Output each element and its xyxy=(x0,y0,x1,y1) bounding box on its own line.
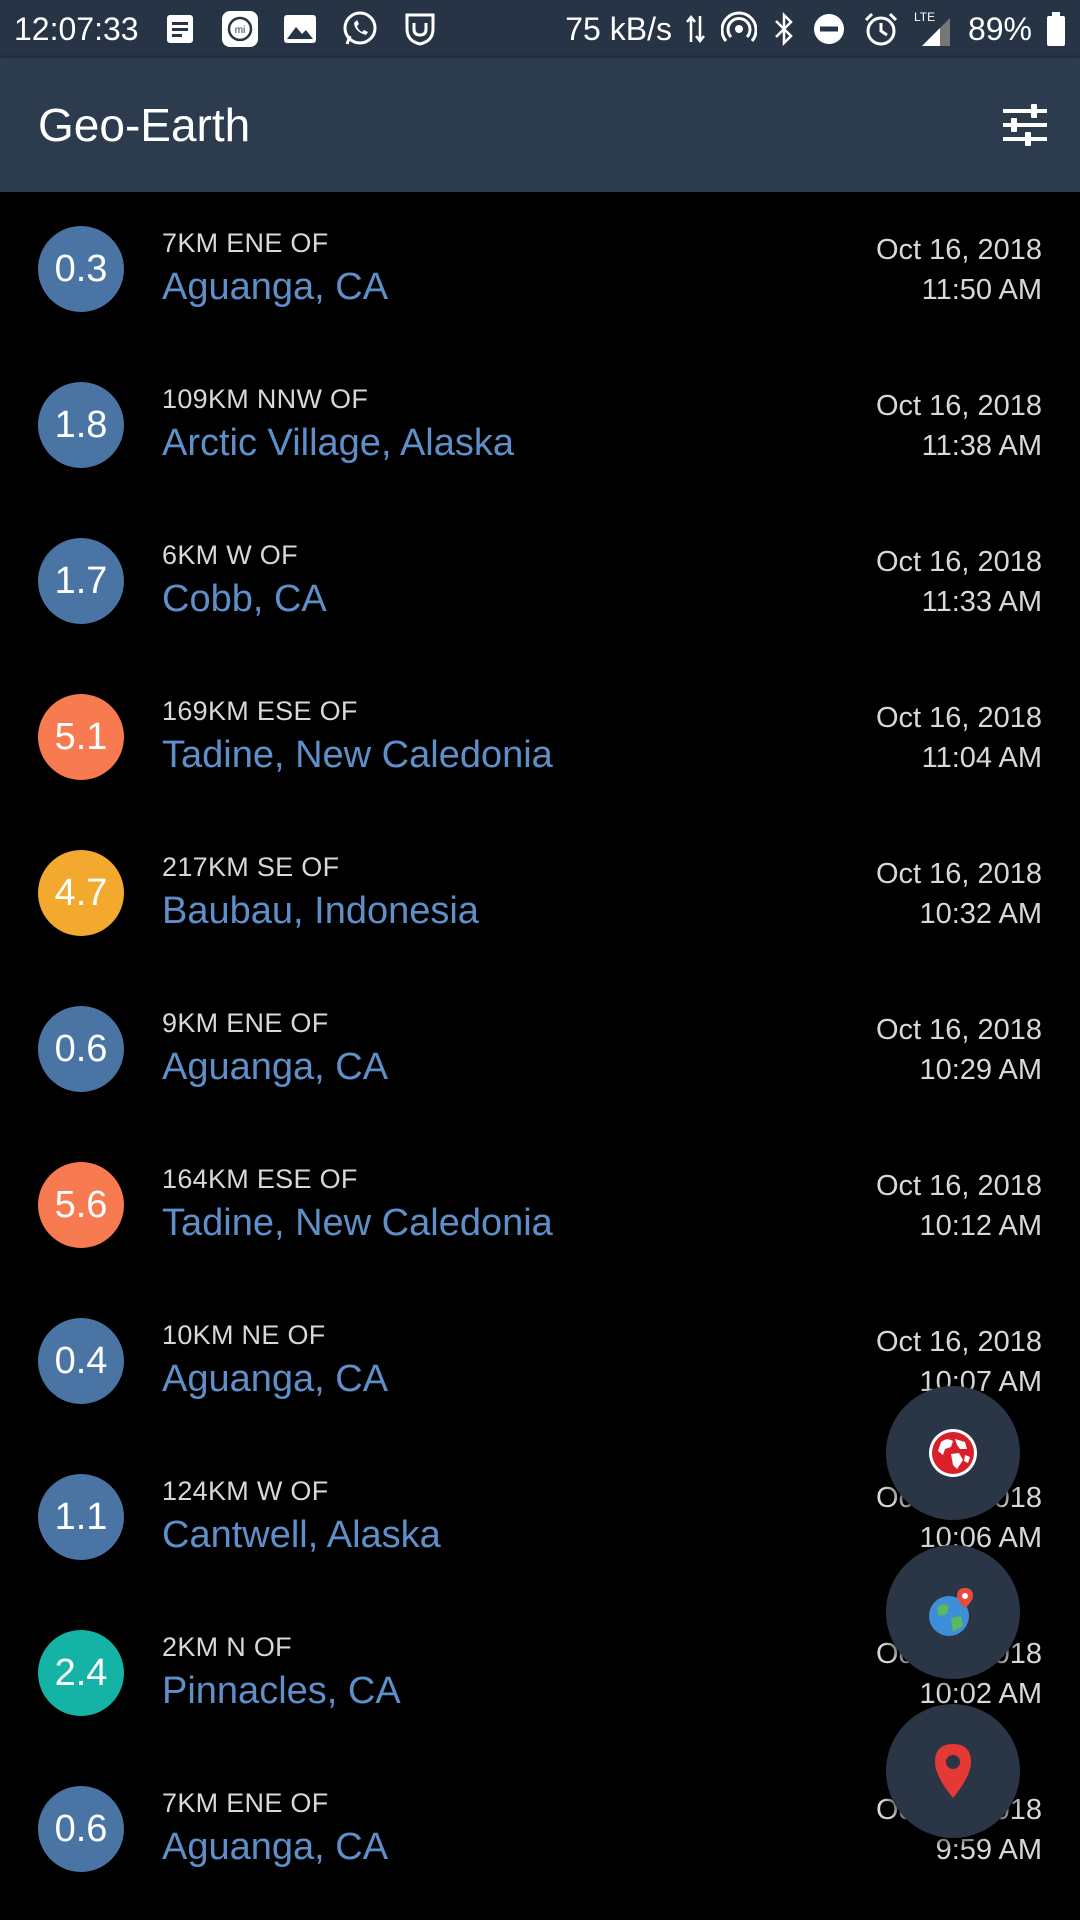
distance-label: 2KM N OF xyxy=(162,1632,292,1662)
magnitude-badge: 2.4 xyxy=(38,1630,124,1716)
quake-row[interactable]: 5.1 169KM ESE OF Tadine, New Caledonia Oct … xyxy=(0,660,1080,816)
magnitude-badge: 5.1 xyxy=(38,694,124,780)
world-map-icon xyxy=(929,1429,977,1477)
place-link[interactable]: Aguanga, CA xyxy=(162,1046,388,1089)
distance-label: 109KM NNW OF xyxy=(162,384,369,414)
dnd-icon xyxy=(810,10,848,48)
place-link[interactable]: Tadine, New Caledonia xyxy=(162,734,553,777)
filter-button[interactable] xyxy=(994,94,1056,156)
whatsapp-icon xyxy=(341,10,379,48)
quake-date: Oct 16, 2018 xyxy=(875,702,1042,734)
place-link[interactable]: Arctic Village, Alaska xyxy=(162,422,514,465)
quake-time: 11:50 AM xyxy=(921,274,1042,306)
distance-label: 124KM W OF xyxy=(162,1476,329,1506)
globe-location-fab[interactable] xyxy=(886,1545,1020,1679)
distance-label: 217KM SE OF xyxy=(162,852,340,882)
sliders-icon xyxy=(1003,104,1047,146)
distance-label: 7KM ENE OF xyxy=(162,228,329,258)
hotspot-icon xyxy=(720,10,758,48)
distance-label: 10KM NE OF xyxy=(162,1320,326,1350)
app-bar: Geo-Earth xyxy=(0,58,1080,192)
place-link[interactable]: Baubau, Indonesia xyxy=(162,890,479,933)
network-type: LTE xyxy=(914,10,935,24)
magnitude-badge: 4.7 xyxy=(38,850,124,936)
quake-row[interactable]: 1.7 6KM W OF Cobb, CA Oct 16, 2018 11:33 AM xyxy=(0,504,1080,660)
quake-time: 10:32 AM xyxy=(919,898,1042,930)
quake-date: Oct 16, 2018 xyxy=(875,390,1042,422)
globe-pin-icon xyxy=(929,1588,973,1636)
magnitude-badge: 0.6 xyxy=(38,1006,124,1092)
battery-percent: 89% xyxy=(967,10,1032,47)
quake-row[interactable]: 0.3 7KM ENE OF Aguanga, CA Oct 16, 2018 11:5… xyxy=(0,192,1080,348)
quake-time: 11:33 AM xyxy=(921,586,1042,618)
quake-row[interactable]: 1.8 109KM NNW OF Arctic Village, Alaska Oct… xyxy=(0,348,1080,504)
bluetooth-icon xyxy=(772,10,796,48)
magnitude-badge: 1.7 xyxy=(38,538,124,624)
magnitude-badge: 5.6 xyxy=(38,1162,124,1248)
magnitude-badge: 0.3 xyxy=(38,226,124,312)
place-link[interactable]: Aguanga, CA xyxy=(162,1358,388,1401)
notes-icon xyxy=(161,10,199,48)
status-time: 12:07:33 xyxy=(14,10,139,47)
quake-date: Oct 16, 2018 xyxy=(875,1326,1042,1358)
battery-icon xyxy=(1046,10,1066,48)
map-pin-fab[interactable] xyxy=(886,1704,1020,1838)
magnitude-badge: 1.8 xyxy=(38,382,124,468)
quake-time: 9:59 AM xyxy=(935,1834,1042,1866)
distance-label: 6KM W OF xyxy=(162,540,298,570)
quake-date: Oct 16, 2018 xyxy=(875,234,1042,266)
quake-row[interactable]: 5.6 164KM ESE OF Tadine, New Caledonia Oct … xyxy=(0,1128,1080,1284)
quake-row[interactable]: 0.6 9KM ENE OF Aguanga, CA Oct 16, 2018 10:2… xyxy=(0,972,1080,1128)
map-pin-icon xyxy=(935,1744,971,1798)
network-speed: 75 kB/s xyxy=(565,10,672,47)
quake-time: 10:12 AM xyxy=(919,1210,1042,1242)
world-map-fab[interactable] xyxy=(886,1386,1020,1520)
place-link[interactable]: Cantwell, Alaska xyxy=(162,1514,441,1557)
shield-app-icon xyxy=(401,10,439,48)
magnitude-badge: 0.6 xyxy=(38,1786,124,1872)
quake-time: 10:29 AM xyxy=(919,1054,1042,1086)
place-link[interactable]: Aguanga, CA xyxy=(162,266,388,309)
place-link[interactable]: Aguanga, CA xyxy=(162,1826,388,1869)
app-title: Geo-Earth xyxy=(38,99,251,151)
place-link[interactable]: Tadine, New Caledonia xyxy=(162,1202,553,1245)
data-arrows-icon xyxy=(685,10,706,48)
distance-label: 7KM ENE OF xyxy=(162,1788,329,1818)
quake-row[interactable]: 4.7 217KM SE OF Baubau, Indonesia Oct 16, 2… xyxy=(0,816,1080,972)
svg-text:mi: mi xyxy=(234,25,245,36)
distance-label: 164KM ESE OF xyxy=(162,1164,358,1194)
quake-date: Oct 16, 2018 xyxy=(875,1014,1042,1046)
place-link[interactable]: Cobb, CA xyxy=(162,578,327,621)
status-right: 75 kB/s LTE 89% xyxy=(565,10,1066,48)
quake-time: 11:04 AM xyxy=(921,742,1042,774)
place-link[interactable]: Pinnacles, CA xyxy=(162,1670,401,1713)
status-bar: 12:07:33 mi 75 kB/s LTE 89% xyxy=(0,0,1080,58)
alarm-icon xyxy=(862,10,900,48)
gallery-icon xyxy=(281,10,319,48)
signal-icon: LTE xyxy=(914,10,954,48)
distance-label: 169KM ESE OF xyxy=(162,696,358,726)
magnitude-badge: 1.1 xyxy=(38,1474,124,1560)
quake-date: Oct 16, 2018 xyxy=(875,858,1042,890)
quake-date: Oct 16, 2018 xyxy=(875,546,1042,578)
quake-time: 11:38 AM xyxy=(921,430,1042,462)
distance-label: 9KM ENE OF xyxy=(162,1008,329,1038)
quake-date: Oct 16, 2018 xyxy=(875,1170,1042,1202)
mi-icon: mi xyxy=(221,10,259,48)
magnitude-badge: 0.4 xyxy=(38,1318,124,1404)
status-left: 12:07:33 mi xyxy=(14,10,439,48)
